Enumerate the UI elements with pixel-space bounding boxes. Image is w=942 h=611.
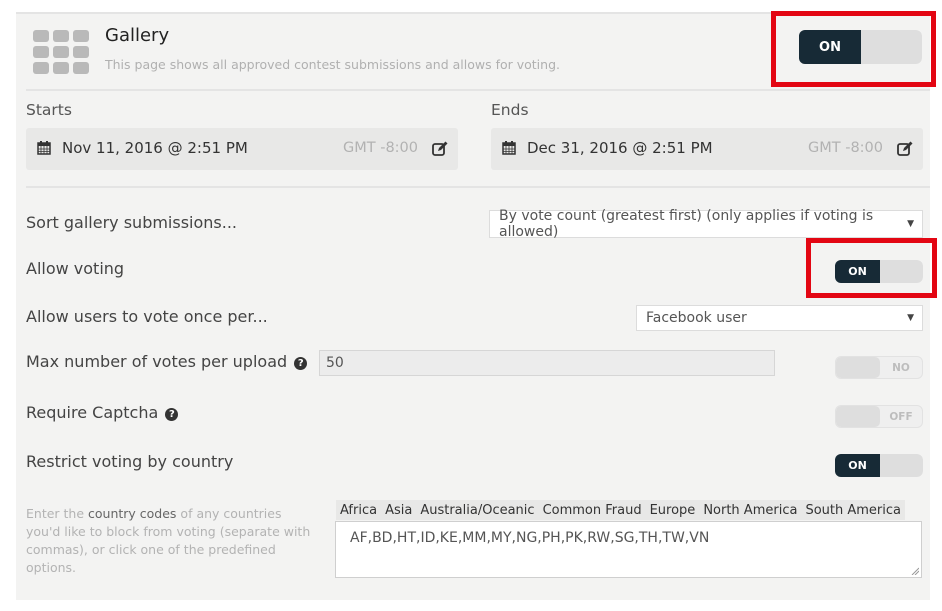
- toggle-knob: [836, 406, 880, 427]
- restrict-country-label: Restrict voting by country: [26, 452, 234, 471]
- chevron-down-icon: ▼: [907, 219, 914, 229]
- preset-common-fraud[interactable]: Common Fraud: [543, 503, 642, 518]
- max-votes-input[interactable]: 50: [319, 350, 775, 376]
- sort-select[interactable]: By vote count (greatest first) (only app…: [489, 208, 923, 240]
- captcha-label-text: Require Captcha: [26, 403, 159, 422]
- toggle-knob: [880, 454, 923, 477]
- end-date-field[interactable]: Dec 31, 2016 @ 2:51 PM GMT -8:00: [491, 128, 923, 170]
- max-votes-value: 50: [326, 355, 344, 371]
- edit-start-date-icon[interactable]: [432, 141, 448, 156]
- preset-south-america[interactable]: South America: [805, 503, 901, 518]
- allow-voting-label: Allow voting: [26, 259, 125, 278]
- resize-handle-icon[interactable]: [911, 567, 919, 575]
- preset-asia[interactable]: Asia: [385, 503, 412, 518]
- starts-label: Starts: [26, 101, 72, 119]
- vote-once-per-label: Allow users to vote once per...: [26, 307, 268, 326]
- toggle-off-label: OFF: [889, 410, 913, 423]
- help-icon[interactable]: ?: [294, 357, 308, 370]
- calendar-icon: [502, 141, 516, 155]
- country-codes-textarea[interactable]: AF,BD,HT,ID,KE,MM,MY,NG,PH,PK,RW,SG,TH,T…: [335, 521, 922, 578]
- highlight-box: [771, 11, 936, 87]
- toggle-on-label: ON: [835, 454, 880, 477]
- captcha-toggle[interactable]: OFF: [835, 405, 923, 428]
- start-timezone: GMT -8:00: [343, 140, 419, 156]
- ends-label: Ends: [491, 101, 529, 119]
- hint-text: Enter the: [26, 506, 89, 521]
- page-title: Gallery: [105, 25, 170, 46]
- toggle-knob: [836, 357, 880, 378]
- end-timezone: GMT -8:00: [808, 140, 884, 156]
- max-votes-label: Max number of votes per upload ?: [26, 352, 308, 371]
- captcha-label: Require Captcha ?: [26, 403, 179, 422]
- restrict-country-toggle[interactable]: ON: [835, 454, 923, 477]
- start-date-field[interactable]: Nov 11, 2016 @ 2:51 PM GMT -8:00: [26, 128, 458, 170]
- divider: [26, 89, 930, 91]
- preset-africa[interactable]: Africa: [340, 503, 377, 518]
- gallery-settings-panel: Gallery This page shows all approved con…: [16, 12, 930, 600]
- preset-europe[interactable]: Europe: [650, 503, 696, 518]
- calendar-icon: [37, 141, 51, 155]
- sort-select-value: By vote count (greatest first) (only app…: [499, 208, 874, 240]
- max-votes-toggle[interactable]: NO: [835, 356, 923, 379]
- vote-once-per-select[interactable]: Facebook user ▼: [636, 305, 923, 331]
- start-date-value: Nov 11, 2016 @ 2:51 PM: [62, 139, 248, 157]
- edit-end-date-icon[interactable]: [897, 141, 913, 156]
- highlight-box: [806, 238, 937, 298]
- page-subtitle: This page shows all approved contest sub…: [105, 57, 560, 72]
- gallery-grid-icon: [33, 30, 91, 74]
- preset-australia-oceanic[interactable]: Australia/Oceanic: [420, 503, 534, 518]
- country-codes-hint: Enter the country codes of any countries…: [26, 505, 311, 577]
- preset-north-america[interactable]: North America: [703, 503, 797, 518]
- divider: [26, 186, 930, 188]
- max-votes-label-text: Max number of votes per upload: [26, 352, 288, 371]
- vote-once-per-value: Facebook user: [646, 310, 747, 326]
- hint-bold-text: country codes: [88, 506, 177, 521]
- end-date-value: Dec 31, 2016 @ 2:51 PM: [527, 139, 713, 157]
- chevron-down-icon: ▼: [907, 313, 914, 323]
- sort-label: Sort gallery submissions...: [26, 213, 238, 232]
- help-icon[interactable]: ?: [165, 408, 179, 421]
- toggle-off-label: NO: [892, 361, 910, 374]
- region-presets: Africa Asia Australia/Oceanic Common Fra…: [336, 500, 905, 520]
- country-codes-value: AF,BD,HT,ID,KE,MM,MY,NG,PH,PK,RW,SG,TH,T…: [350, 530, 710, 546]
